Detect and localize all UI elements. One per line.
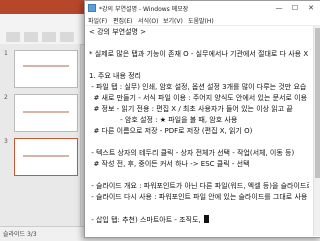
notepad-app-icon	[88, 4, 96, 12]
slide-thumbnail-panel: 1 2 3	[0, 44, 81, 226]
ribbon-button[interactable]	[42, 32, 56, 42]
text-line: - 텍스트 상자의 테두리 클릭 - 상자 전체가 선택 - 작업(서체, 이동…	[89, 149, 295, 157]
slide-number: 3	[4, 138, 8, 145]
status-text: 슬라이드 3/3	[3, 231, 37, 238]
menu-help[interactable]: 도움말(H)	[188, 16, 214, 25]
ribbon-button[interactable]	[24, 32, 38, 42]
minimize-button[interactable]: —	[271, 1, 287, 15]
text-line: # 새로 만들기 - 서식 파일 이용 : 주어지 양식도 안에서 있는 문서로…	[89, 94, 308, 102]
menu-format[interactable]: 서식(O)	[138, 16, 158, 25]
slide-number: 1	[4, 50, 8, 57]
menu-view[interactable]: 보기(V)	[163, 16, 183, 25]
slide-thumbnail[interactable]	[14, 94, 78, 132]
window-title: *강의 부연설명 - Windows 메모장	[99, 6, 189, 13]
text-line: 1. 주요 내용 정리	[89, 72, 141, 80]
notepad-titlebar[interactable]: *강의 부연설명 - Windows 메모장 — ☐ ✕	[85, 1, 320, 16]
text-editor-area[interactable]: < 강의 부연설명 > * 실제로 많은 탭과 기능이 존재 O - 실무에서나…	[89, 28, 309, 233]
menu-file[interactable]: 파일(F)	[88, 16, 107, 25]
ribbon-button[interactable]	[60, 32, 74, 42]
text-line: # 작성 전, 후, 중이든 커서 하나 -> ESC 클릭 - 선택	[89, 160, 250, 168]
ribbon-button[interactable]	[6, 32, 20, 42]
menu-edit[interactable]: 편집(E)	[113, 16, 133, 25]
text-line: - 슬라이드 다시 사용 : 파워포인트 파일 안에 있는 슬라이드를 그대로 …	[89, 193, 308, 201]
menu-bar: 파일(F) 편집(E) 서식(O) 보기(V) 도움말(H)	[85, 15, 320, 26]
text-line: - 암호 설정 : ★ 파일을 볼 때, 암호 사용	[89, 116, 238, 124]
text-line: # 정보 - 읽기 전용 : 편집 X / 최초 사용자가 들어 있는 이상 읽…	[89, 105, 293, 113]
slide-thumbnail[interactable]	[14, 50, 78, 88]
slide-number: 2	[4, 94, 8, 101]
text-line: # 다른 이름으로 저장 - PDF로 저장 (편집 X, 읽기 O)	[89, 127, 253, 135]
text-line: - 파일 탭 : 실무) 인쇄, 암호 설정, 옵션 설정 3개를 많이 다루는…	[89, 83, 307, 91]
text-cursor	[203, 215, 209, 223]
slide-thumbnail-selected[interactable]	[14, 138, 78, 176]
text-line: - 슬라이드 개요 : 파워포인트가 아닌 다른 파일(워드, 엑셀 등)을 슬…	[89, 182, 309, 190]
text-line: * 실제로 많은 탭과 기능이 존재 O - 실무에서나 기관에서 절대로 다 …	[89, 50, 309, 58]
maximize-button[interactable]: ☐	[287, 1, 303, 15]
text-line: < 강의 부연설명 >	[89, 28, 147, 36]
text-line-content: - 삽입 탭: 추천) 스마트아트 - 조직도,	[89, 216, 203, 224]
notepad-window: *강의 부연설명 - Windows 메모장 — ☐ ✕ 파일(F) 편집(E)…	[84, 0, 320, 238]
text-line-current: - 삽입 탭: 추천) 스마트아트 - 조직도,	[89, 215, 209, 225]
close-button[interactable]: ✕	[303, 1, 319, 15]
vertical-scrollbar[interactable]	[313, 26, 320, 236]
scrollbar-thumb[interactable]	[315, 28, 320, 178]
